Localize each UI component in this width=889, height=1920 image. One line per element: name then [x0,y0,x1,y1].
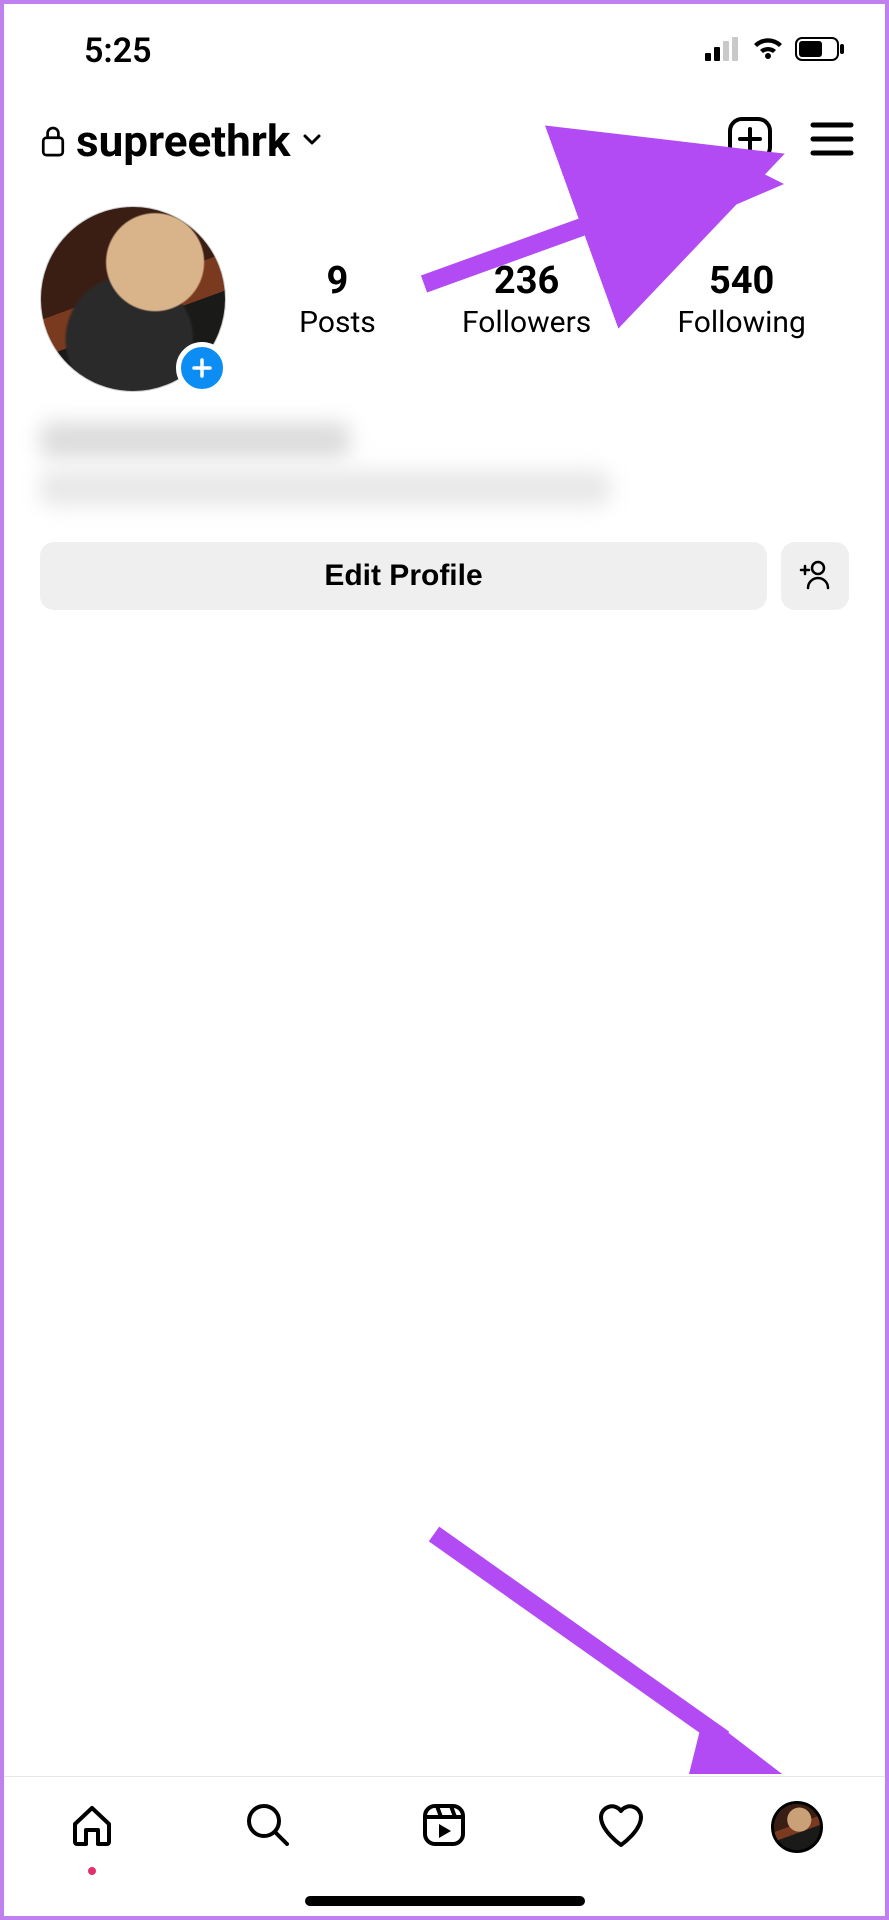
new-post-button[interactable] [727,116,773,166]
edit-profile-button[interactable]: Edit Profile [40,542,767,610]
status-time: 5:25 [84,31,152,71]
lock-icon [40,124,66,158]
nav-search[interactable] [240,1799,296,1855]
username-dropdown[interactable]: supreethrk [40,115,324,167]
status-indicators [705,37,845,65]
stat-following[interactable]: 540 Following [677,259,805,340]
stat-followers-count: 236 [462,259,591,303]
chevron-down-icon [300,127,324,155]
add-story-button[interactable] [176,342,228,394]
profile-avatar-icon [771,1801,823,1853]
nav-profile[interactable] [769,1799,825,1855]
stat-posts[interactable]: 9 Posts [299,259,376,340]
reels-icon [419,1800,469,1854]
battery-icon [795,37,845,65]
bio-blurred-line-1 [40,422,350,458]
profile-header: supreethrk [4,86,885,186]
stat-followers-label: Followers [462,305,591,340]
nav-reels[interactable] [416,1799,472,1855]
annotation-arrow-to-profile-tab [424,1524,784,1788]
stat-following-label: Following [677,305,805,340]
profile-info: 9 Posts 236 Followers 540 Following [4,186,885,392]
search-icon [243,1800,293,1854]
username-text: supreethrk [76,115,290,167]
stat-posts-label: Posts [299,305,376,340]
nav-activity[interactable] [593,1799,649,1855]
stat-followers[interactable]: 236 Followers [462,259,591,340]
profile-stats: 9 Posts 236 Followers 540 Following [256,259,849,340]
stat-following-count: 540 [677,259,805,303]
stat-posts-count: 9 [299,259,376,303]
cellular-icon [705,37,741,65]
profile-bio [4,392,885,528]
profile-actions: Edit Profile [4,528,885,610]
menu-button[interactable] [809,119,855,163]
bio-blurred-line-2 [40,470,610,506]
bottom-nav [4,1776,885,1876]
heart-icon [595,1801,647,1853]
status-bar: 5:25 [4,16,885,86]
nav-home-notification-dot [88,1867,96,1875]
home-icon [67,1800,117,1854]
nav-home[interactable] [64,1799,120,1855]
home-indicator[interactable] [305,1896,585,1906]
discover-people-button[interactable] [781,542,849,610]
add-user-icon [798,560,832,593]
profile-avatar[interactable] [40,206,226,392]
wifi-icon [751,37,785,65]
